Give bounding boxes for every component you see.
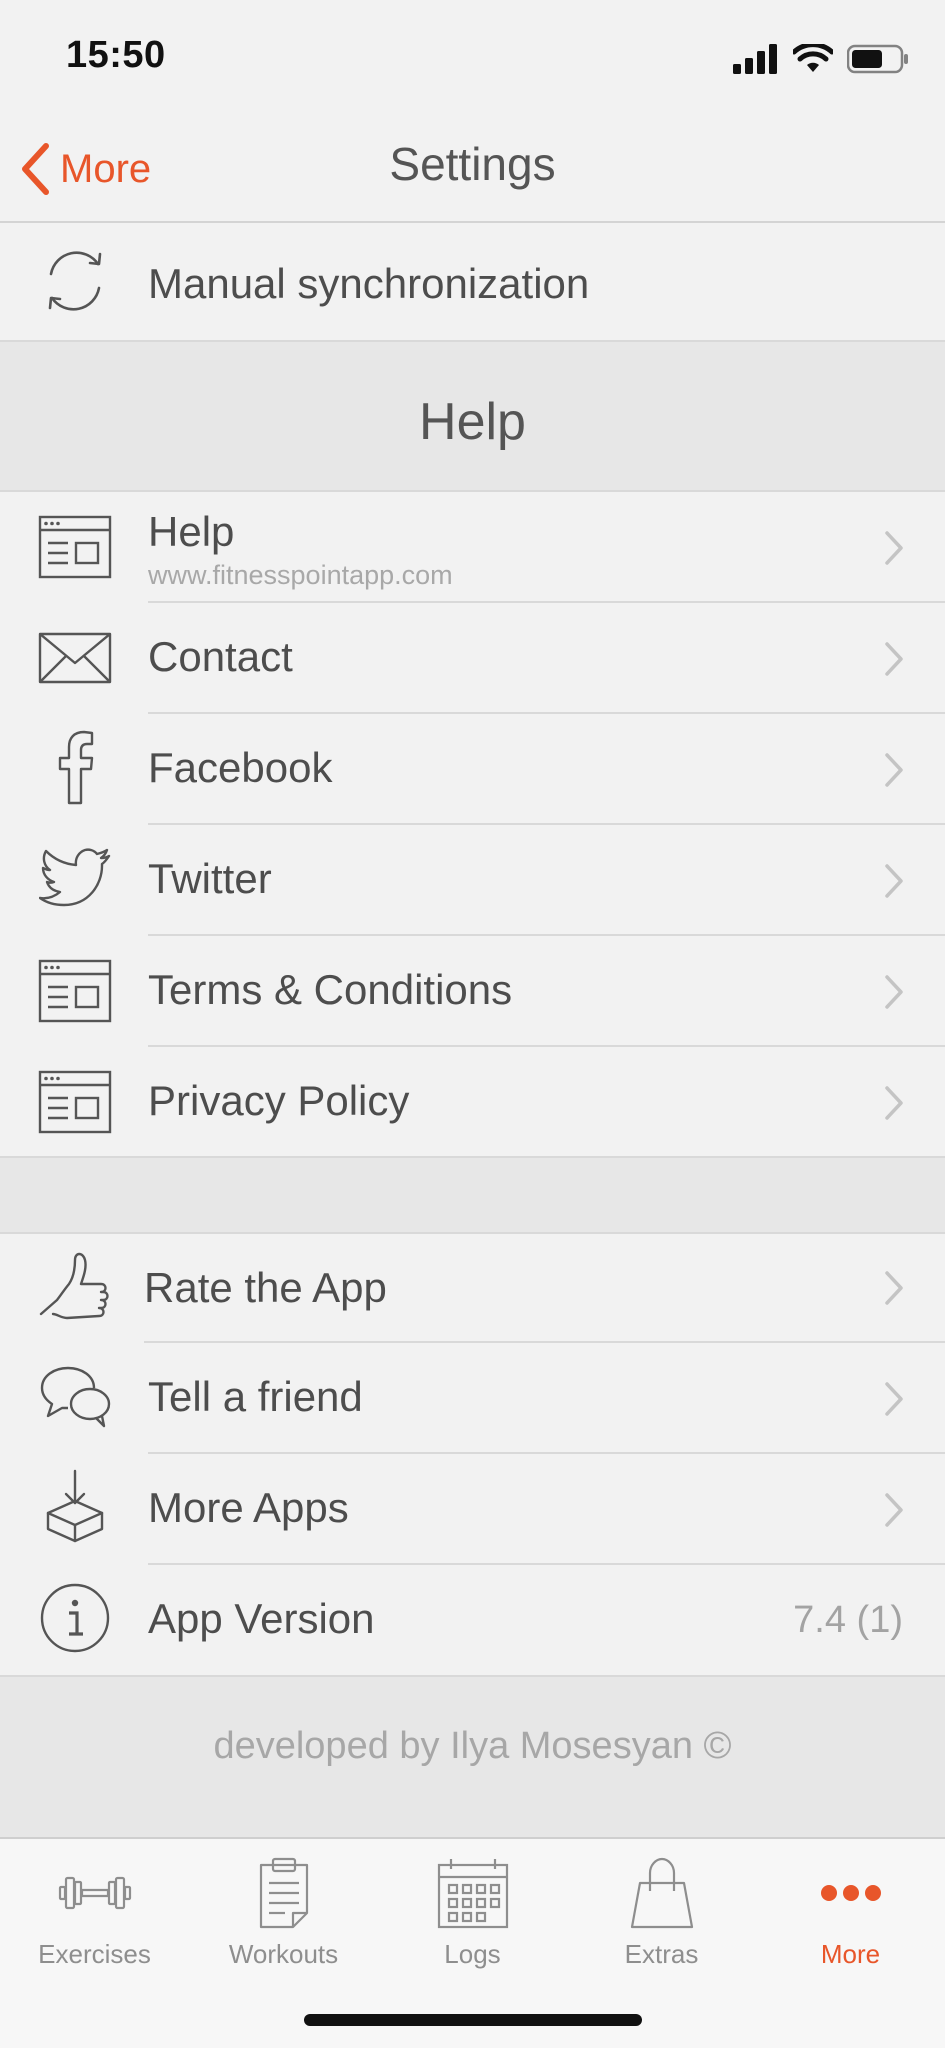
tell-friend-label: Tell a friend <box>148 1373 363 1420</box>
twitter-bird-icon <box>38 841 112 915</box>
developer-credit: developed by Ilya Mosesyan © <box>213 1725 732 1767</box>
app-version-value: 7.4 (1) <box>793 1599 903 1641</box>
chevron-right-icon <box>885 1086 903 1120</box>
tab-more-label: More <box>820 1939 881 1969</box>
facebook-label: Facebook <box>148 744 333 791</box>
twitter-row[interactable]: Twitter <box>0 825 945 935</box>
help-section-title: Help <box>419 393 526 451</box>
chevron-right-icon <box>885 1493 903 1527</box>
help-section-header: Help <box>0 340 945 492</box>
browser-window-icon <box>38 954 112 1028</box>
tab-extras[interactable]: Extras <box>567 1851 756 1971</box>
tab-more[interactable]: More <box>756 1851 945 1971</box>
thumbs-up-icon <box>38 1248 112 1322</box>
footer-band: developed by Ilya Mosesyan © <box>0 1675 945 1837</box>
speech-bubbles-icon <box>38 1359 112 1433</box>
rate-app-row[interactable]: Rate the App <box>0 1234 945 1342</box>
privacy-label: Privacy Policy <box>148 1077 410 1124</box>
tab-exercises[interactable]: Exercises <box>0 1851 189 1971</box>
twitter-label: Twitter <box>148 855 272 902</box>
status-time: 15:50 <box>66 34 166 76</box>
home-indicator[interactable] <box>304 2014 642 2026</box>
terms-row[interactable]: Terms & Conditions <box>0 936 945 1046</box>
calendar-icon <box>433 1857 513 1929</box>
help-url: www.fitnesspointapp.com <box>148 560 453 590</box>
tell-friend-row[interactable]: Tell a friend <box>0 1343 945 1453</box>
tab-workouts-label: Workouts <box>228 1939 339 1969</box>
chevron-right-icon <box>885 864 903 898</box>
tab-logs-label: Logs <box>444 1939 501 1969</box>
more-apps-label: More Apps <box>148 1484 349 1531</box>
signal-icon <box>733 44 777 74</box>
app-version-label: App Version <box>148 1595 375 1642</box>
page-title: Settings <box>389 138 556 190</box>
contact-label: Contact <box>148 633 293 680</box>
facebook-row[interactable]: Facebook <box>0 714 945 824</box>
chevron-right-icon <box>885 753 903 787</box>
nav-bar: More Settings <box>0 115 945 223</box>
manual-sync-row[interactable]: Manual synchronization <box>0 226 945 340</box>
chevron-right-icon <box>885 642 903 676</box>
manual-sync-label: Manual synchronization <box>148 260 590 307</box>
download-box-icon <box>38 1469 112 1544</box>
terms-label: Terms & Conditions <box>148 966 513 1013</box>
help-label: Help <box>148 508 235 555</box>
contact-row[interactable]: Contact <box>0 603 945 713</box>
more-apps-row[interactable]: More Apps <box>0 1454 945 1564</box>
facebook-icon <box>38 730 112 805</box>
shopping-bag-icon <box>622 1857 702 1929</box>
chevron-right-icon <box>885 975 903 1009</box>
app-version-row: App Version 7.4 (1) <box>0 1565 945 1675</box>
envelope-icon <box>38 621 112 695</box>
privacy-row[interactable]: Privacy Policy <box>0 1047 945 1157</box>
status-bar: 15:50 <box>0 0 945 115</box>
tab-exercises-label: Exercises <box>38 1939 151 1969</box>
tab-extras-label: Extras <box>624 1939 699 1969</box>
chevron-right-icon <box>885 1382 903 1416</box>
more-dots-icon <box>811 1857 891 1929</box>
browser-window-icon <box>38 510 112 584</box>
dumbbell-icon <box>55 1857 135 1929</box>
info-icon <box>38 1581 112 1655</box>
chevron-right-icon <box>885 531 903 565</box>
browser-window-icon <box>38 1065 112 1139</box>
tab-workouts[interactable]: Workouts <box>189 1851 378 1971</box>
clipboard-icon <box>244 1857 324 1929</box>
rate-app-label: Rate the App <box>144 1264 387 1311</box>
section-spacer <box>0 1156 945 1234</box>
wifi-icon <box>793 44 833 72</box>
sync-icon <box>38 244 112 318</box>
tab-logs[interactable]: Logs <box>378 1851 567 1971</box>
status-icons <box>733 42 909 76</box>
help-row[interactable]: Help www.fitnesspointapp.com <box>0 492 945 603</box>
battery-icon <box>847 44 908 74</box>
chevron-right-icon <box>885 1271 903 1305</box>
